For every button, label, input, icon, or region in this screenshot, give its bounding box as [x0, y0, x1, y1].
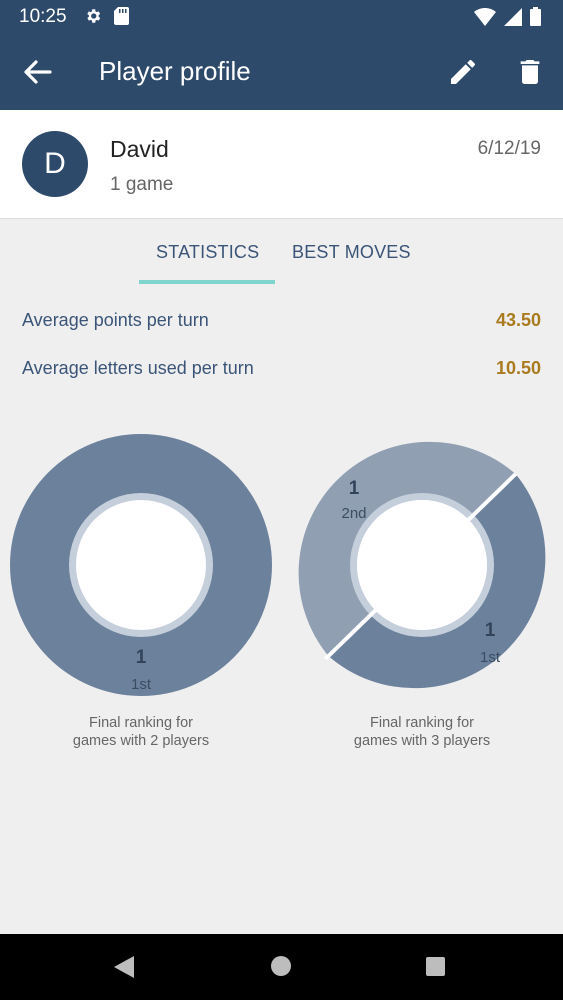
gear-icon	[87, 9, 101, 23]
battery-icon	[530, 7, 541, 26]
ranking-chart-3-players: 1 2nd 1 1st Final ranking for games with…	[289, 432, 555, 752]
stat-row-points: Average points per turn 43.50	[22, 310, 541, 340]
wifi-icon	[474, 7, 496, 26]
player-date: 6/12/19	[477, 138, 541, 159]
slice-rank-label: 2nd	[341, 505, 366, 522]
app-bar: Player profile	[0, 34, 563, 110]
status-bar: 10:25	[0, 0, 563, 34]
chart-caption: Final ranking for games with 3 players	[289, 714, 555, 750]
slice-rank-label: 1st	[480, 649, 501, 666]
donut-chart: 1 2nd 1 1st	[298, 441, 546, 689]
donut-hole	[76, 500, 206, 630]
profile-card: D David 1 game 6/12/19	[0, 110, 563, 219]
signal-icon	[504, 7, 522, 26]
stat-value: 43.50	[495, 310, 541, 330]
chart-caption-line: games with 2 players	[72, 733, 210, 749]
chart-caption-line: Final ranking for	[370, 715, 474, 731]
nav-home-icon[interactable]	[271, 956, 291, 976]
stat-value: 10.50	[495, 358, 541, 378]
trash-icon[interactable]	[514, 56, 546, 88]
stat-row-letters: Average letters used per turn 10.50	[22, 358, 541, 388]
tab-indicator	[139, 280, 275, 284]
ranking-chart-2-players: 1 1st Final ranking for games with 2 pla…	[8, 432, 274, 752]
arrow-back-icon[interactable]	[22, 58, 54, 86]
tab-bar: STATISTICS BEST MOVES	[0, 220, 563, 286]
avatar: D	[22, 131, 88, 197]
slice-count-label: 1	[485, 620, 496, 641]
chart-caption-line: games with 3 players	[353, 733, 491, 749]
slice-count-label: 1	[349, 478, 360, 499]
slice-rank-label: 1st	[131, 676, 152, 693]
pencil-icon[interactable]	[447, 56, 479, 88]
player-name: David	[110, 136, 169, 162]
player-games-count: 1 game	[110, 174, 174, 195]
slice-count-label: 1	[136, 647, 147, 668]
stat-label: Average letters used per turn	[22, 358, 254, 378]
donut-chart: 1 1st	[10, 434, 272, 696]
chart-caption-line: Final ranking for	[89, 715, 193, 731]
donut-hole-cover	[357, 500, 487, 630]
tab-statistics[interactable]: STATISTICS	[156, 242, 259, 263]
nav-recent-icon[interactable]	[426, 957, 445, 976]
system-nav-bar	[0, 934, 563, 1000]
status-time: 10:25	[19, 6, 67, 27]
chart-caption: Final ranking for games with 2 players	[8, 714, 274, 750]
nav-back-icon[interactable]	[114, 956, 134, 978]
stat-label: Average points per turn	[22, 310, 209, 330]
page-title: Player profile	[99, 56, 251, 86]
tab-best-moves[interactable]: BEST MOVES	[292, 242, 411, 263]
sd-card-icon	[114, 7, 129, 25]
